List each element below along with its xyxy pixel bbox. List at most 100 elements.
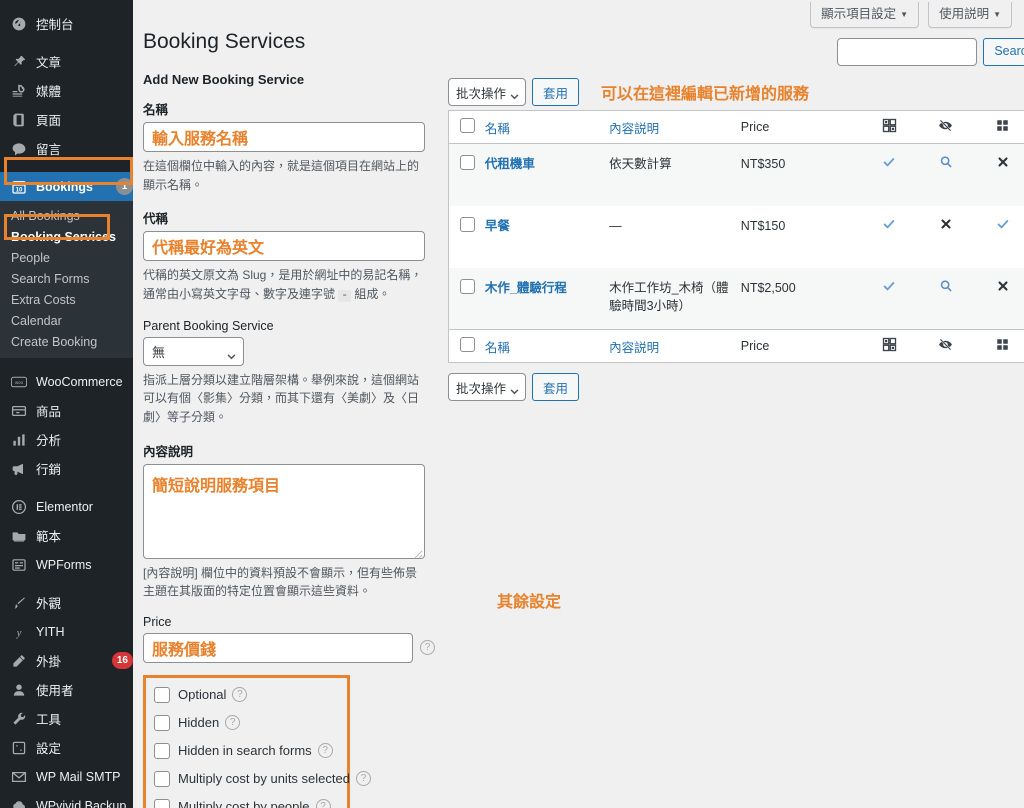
checkbox-optional[interactable] [154, 687, 170, 703]
row-checkbox-cell[interactable] [449, 144, 485, 206]
checkbox-multiply-cost-by-units-row[interactable]: Multiply cost by units selected? [154, 771, 337, 787]
row-checkbox-cell[interactable] [449, 206, 485, 268]
table-column-c3[interactable] [974, 330, 1024, 363]
row-checkbox-cell[interactable] [449, 268, 485, 330]
sidebar-item-elementor[interactable]: Elementor [0, 492, 133, 521]
apply-button-top[interactable]: 套用 [532, 78, 579, 106]
sidebar-item-wp-mail-smtp[interactable]: WP Mail SMTP [0, 762, 133, 791]
search-booking-services-button[interactable]: Search Booking Services [983, 38, 1024, 66]
row-checkbox[interactable] [460, 155, 475, 170]
sidebar-item-dashboard[interactable]: 控制台 [0, 9, 133, 38]
table-column-c1[interactable] [861, 330, 918, 363]
checkbox-hidden-row[interactable]: Hidden? [154, 715, 337, 731]
sidebar-item-plugins[interactable]: 外掛16 [0, 646, 133, 675]
row-name-link[interactable]: 木作_體驗行程 [485, 281, 567, 295]
price-input[interactable] [143, 633, 413, 663]
help-button[interactable]: 使用説明▼ [928, 2, 1012, 28]
name-input[interactable] [143, 122, 425, 152]
submenu-all-bookings[interactable]: All Bookings [0, 205, 133, 226]
row-checkbox[interactable] [460, 279, 475, 294]
sidebar-item-marketing[interactable]: 行銷 [0, 454, 133, 483]
row-mark-2[interactable] [917, 144, 974, 206]
row-mark-3[interactable] [974, 144, 1024, 206]
sidebar-item-analytics[interactable]: 分析 [0, 425, 133, 454]
sidebar-item-label: 留言 [36, 139, 133, 158]
table-row: 木作_體驗行程木作工作坊_木椅（體驗時間3小時）NT$2,500 [449, 268, 1024, 330]
table-column-c1[interactable] [861, 111, 918, 144]
sidebar-item-yith[interactable]: yYITH [0, 617, 133, 646]
admin-screen: 控制台文章媒體頁面留言 10Bookings1 All BookingsBooki… [0, 0, 1024, 808]
checkbox-hidden-in-search-forms-row[interactable]: Hidden in search forms? [154, 743, 337, 759]
parent-select[interactable]: 無 [143, 337, 244, 366]
row-mark-2[interactable] [917, 206, 974, 268]
help-tip-icon[interactable]: ? [225, 715, 240, 730]
select-all-checkbox-header[interactable] [449, 330, 485, 363]
sidebar-item-bookings[interactable]: 10Bookings1 [0, 172, 133, 201]
row-mark-1[interactable] [861, 144, 918, 206]
help-tip-icon[interactable]: ? [356, 771, 371, 786]
slug-description-part-b: 組成。 [354, 287, 390, 301]
sidebar-item-products[interactable]: 商品 [0, 396, 133, 425]
table-column-desc[interactable]: 內容説明 [609, 330, 741, 363]
row-mark-1[interactable] [861, 206, 918, 268]
sidebar-item-media[interactable]: 媒體 [0, 76, 133, 105]
help-tip-icon[interactable]: ? [232, 687, 247, 702]
sidebar-item-tools[interactable]: 工具 [0, 704, 133, 733]
sidebar-item-woocommerce[interactable]: wooWooCommerce [0, 367, 133, 396]
sidebar-item-wpforms[interactable]: WPForms [0, 550, 133, 579]
checkbox-multiply-cost-by-units[interactable] [154, 771, 170, 787]
sidebar-item-users[interactable]: 使用者 [0, 675, 133, 704]
description-textarea[interactable]: 簡短說明服務項目 [143, 464, 425, 559]
submenu-booking-services[interactable]: Booking Services [0, 226, 133, 247]
table-column-c2[interactable] [917, 330, 974, 363]
checkbox-multiply-cost-by-people-row[interactable]: Multiply cost by people? [154, 799, 337, 808]
bulk-action-select-bottom[interactable]: 批次操作 [448, 373, 526, 401]
sidebar-item-settings[interactable]: 設定 [0, 733, 133, 762]
sidebar-item-comments[interactable]: 留言 [0, 134, 133, 163]
submenu-calendar[interactable]: Calendar [0, 310, 133, 331]
submenu-search-forms[interactable]: Search Forms [0, 268, 133, 289]
table-column-desc[interactable]: 內容説明 [609, 111, 741, 144]
select-all-checkbox[interactable] [460, 337, 475, 352]
row-description: 依天數計算 [609, 144, 741, 206]
table-column-c2[interactable] [917, 111, 974, 144]
sidebar-item-appearance[interactable]: 外觀 [0, 588, 133, 617]
table-column-price[interactable]: Price [741, 330, 861, 363]
row-mark-1[interactable] [861, 268, 918, 330]
checkbox-optional-row[interactable]: Optional? [154, 687, 337, 703]
submenu-extra-costs[interactable]: Extra Costs [0, 289, 133, 310]
row-checkbox[interactable] [460, 217, 475, 232]
submenu-create-booking[interactable]: Create Booking [0, 331, 133, 352]
row-name-link[interactable]: 代租機車 [485, 157, 535, 171]
help-tip-icon[interactable]: ? [316, 799, 331, 808]
menu-badge: 1 [116, 178, 133, 195]
submenu-people[interactable]: People [0, 247, 133, 268]
screen-options-button[interactable]: 顯示項目設定▼ [810, 2, 919, 28]
row-mark-3[interactable] [974, 206, 1024, 268]
bulk-action-select-top[interactable]: 批次操作 [448, 78, 526, 106]
select-all-checkbox-header[interactable] [449, 111, 485, 144]
help-tip-icon[interactable]: ? [420, 640, 435, 655]
row-name-link[interactable]: 早餐 [485, 219, 510, 233]
table-column-name[interactable]: 名稱 [485, 111, 609, 144]
row-description: 木作工作坊_木椅（體驗時間3小時） [609, 268, 741, 330]
table-column-price[interactable]: Price [741, 111, 861, 144]
checkbox-multiply-cost-by-people[interactable] [154, 799, 170, 808]
search-input[interactable] [837, 38, 977, 66]
apply-button-bottom[interactable]: 套用 [532, 373, 579, 401]
table-column-name[interactable]: 名稱 [485, 330, 609, 363]
sidebar-item-wpvivid-backup[interactable]: WPvivid Backup [0, 791, 133, 808]
checkbox-hidden-in-search-forms[interactable] [154, 743, 170, 759]
table-column-c3[interactable] [974, 111, 1024, 144]
sidebar-item-templates[interactable]: 範本 [0, 521, 133, 550]
sidebar-item-posts[interactable]: 文章 [0, 47, 133, 76]
analytics-icon [10, 431, 28, 449]
select-all-checkbox[interactable] [460, 118, 475, 133]
row-mark-2[interactable] [917, 268, 974, 330]
checkbox-hidden[interactable] [154, 715, 170, 731]
sidebar-item-pages[interactable]: 頁面 [0, 105, 133, 134]
admin-main: 顯示項目設定▼ 使用説明▼ Booking Services Add New B… [133, 0, 1024, 808]
help-tip-icon[interactable]: ? [318, 743, 333, 758]
row-mark-3[interactable] [974, 268, 1024, 330]
slug-input[interactable] [143, 231, 425, 261]
